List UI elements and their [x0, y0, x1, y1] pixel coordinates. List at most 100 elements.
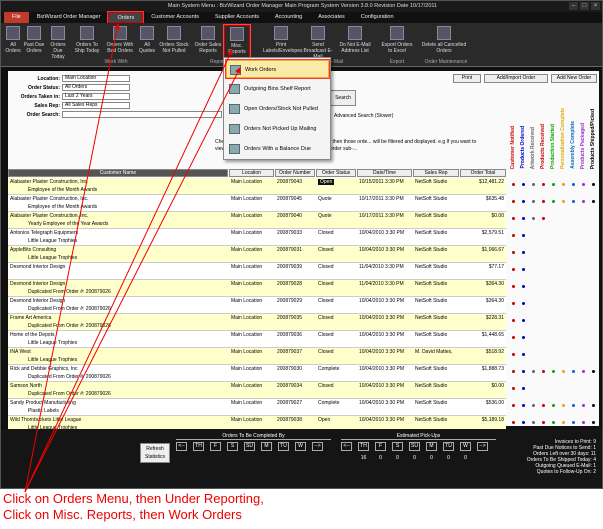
- status-dot[interactable]: [532, 370, 535, 373]
- day-button[interactable]: M: [261, 442, 272, 451]
- table-row[interactable]: Home of the Depots Little League Trophies…: [8, 331, 506, 348]
- status-dot[interactable]: [532, 217, 535, 220]
- status-dot[interactable]: [522, 302, 525, 305]
- table-row[interactable]: INA West Little League Trophies Main Locat…: [8, 348, 506, 365]
- print-button[interactable]: Print: [453, 74, 481, 83]
- status-dot[interactable]: [562, 200, 565, 203]
- status-dot[interactable]: [542, 217, 545, 220]
- status-dot[interactable]: [572, 183, 575, 186]
- do-not-email-button[interactable]: Do Not E-Mail Address List: [336, 25, 374, 59]
- status-dot[interactable]: [512, 302, 515, 305]
- status-dot[interactable]: [532, 421, 535, 424]
- menu-accounting[interactable]: Accounting: [267, 12, 310, 23]
- status-dot[interactable]: [512, 234, 515, 237]
- status-dot[interactable]: [522, 268, 525, 271]
- table-row[interactable]: Samson North Duplicated From Order #: 200…: [8, 382, 506, 399]
- column-header[interactable]: Customer Name: [8, 169, 228, 177]
- status-dot[interactable]: [592, 404, 595, 407]
- search-button[interactable]: Search: [330, 90, 356, 106]
- close-icon[interactable]: ×: [591, 2, 600, 10]
- day-button[interactable]: F: [375, 442, 386, 451]
- day-button[interactable]: -->: [312, 442, 323, 451]
- status-dot[interactable]: [552, 200, 555, 203]
- location-select[interactable]: Main Location: [62, 75, 130, 82]
- all-orders-button[interactable]: All Orders: [3, 25, 23, 59]
- orders-due-today-button[interactable]: Orders Due Today: [47, 25, 69, 60]
- status-dot[interactable]: [582, 200, 585, 203]
- status-dot[interactable]: [512, 200, 515, 203]
- status-dot[interactable]: [592, 370, 595, 373]
- status-dot[interactable]: [512, 217, 515, 220]
- status-dot[interactable]: [522, 285, 525, 288]
- advanced-search-link[interactable]: Advanced Search (Slower): [334, 113, 393, 119]
- menu-item-outgoing-bins[interactable]: Outgoing Bins Shelf Report: [226, 80, 329, 98]
- status-dot[interactable]: [572, 404, 575, 407]
- status-dot[interactable]: [512, 353, 515, 356]
- minimize-icon[interactable]: –: [569, 2, 578, 10]
- menu-item-work-orders[interactable]: Work Orders: [225, 59, 330, 79]
- menu-orders[interactable]: Orders: [107, 11, 145, 24]
- status-dot[interactable]: [562, 421, 565, 424]
- table-row[interactable]: Alabaster Plaster Construction, Inc. Empl…: [8, 178, 506, 195]
- misc-reports-button[interactable]: Misc. Reports: [223, 24, 251, 60]
- menu-file[interactable]: File: [4, 12, 29, 23]
- status-dot[interactable]: [522, 183, 525, 186]
- status-dot[interactable]: [522, 353, 525, 356]
- search-input[interactable]: [62, 111, 222, 118]
- column-header[interactable]: Sales Rep: [413, 169, 459, 177]
- table-row[interactable]: Antonios Telegraph Equipment Little Leagu…: [8, 229, 506, 246]
- status-dot[interactable]: [522, 370, 525, 373]
- status-dot[interactable]: [552, 421, 555, 424]
- rep-select[interactable]: All Sales Reps: [62, 102, 130, 109]
- orders-ship-today-button[interactable]: Orders To Ship Today: [72, 25, 102, 59]
- day-button[interactable]: M: [426, 442, 437, 451]
- day-button[interactable]: <--: [176, 442, 187, 451]
- table-row[interactable]: AppleBits Consulting Little League Trophi…: [8, 246, 506, 263]
- all-quotes-button[interactable]: All Quotes: [137, 25, 157, 59]
- menu-associates[interactable]: Associates: [310, 12, 353, 23]
- status-dot[interactable]: [542, 404, 545, 407]
- print-labels-button[interactable]: Print Labels/Envelopes: [263, 25, 302, 59]
- status-dot[interactable]: [522, 336, 525, 339]
- status-dot[interactable]: [532, 200, 535, 203]
- day-button[interactable]: S: [392, 442, 403, 451]
- status-dot[interactable]: [542, 200, 545, 203]
- maximize-icon[interactable]: □: [580, 2, 589, 10]
- status-dot[interactable]: [522, 404, 525, 407]
- status-dot[interactable]: [512, 268, 515, 271]
- status-dot[interactable]: [592, 183, 595, 186]
- menu-item-balance-due[interactable]: Orders With a Balance Due: [226, 140, 329, 158]
- column-header[interactable]: Date/Time: [357, 169, 412, 177]
- taken-select[interactable]: Last 2 Years: [62, 93, 130, 100]
- day-button[interactable]: S: [227, 442, 238, 451]
- day-button[interactable]: SU: [244, 442, 255, 451]
- menu-item-stock-not-pulled[interactable]: Open Orders/Stock Not Pulled: [226, 100, 329, 118]
- day-button[interactable]: F: [210, 442, 221, 451]
- status-dot[interactable]: [512, 319, 515, 322]
- status-dot[interactable]: [512, 183, 515, 186]
- status-dot[interactable]: [592, 200, 595, 203]
- status-dot[interactable]: [532, 404, 535, 407]
- column-header[interactable]: Order Number: [275, 169, 315, 177]
- column-header[interactable]: Location: [229, 169, 274, 177]
- menu-supplier-accounts[interactable]: Supplier Accounts: [207, 12, 267, 23]
- status-dot[interactable]: [572, 421, 575, 424]
- status-dot[interactable]: [522, 234, 525, 237]
- status-dot[interactable]: [562, 370, 565, 373]
- day-button[interactable]: TH: [193, 442, 204, 451]
- status-dot[interactable]: [522, 200, 525, 203]
- status-dot[interactable]: [512, 370, 515, 373]
- status-dot[interactable]: [522, 217, 525, 220]
- table-row[interactable]: Frame Art America Duplicated From Order #…: [8, 314, 506, 331]
- day-button[interactable]: TH: [358, 442, 369, 451]
- status-dot[interactable]: [582, 183, 585, 186]
- menu-configuration[interactable]: Configuration: [353, 12, 402, 23]
- order-sales-reports-button[interactable]: Order Sales Reports: [193, 25, 223, 59]
- status-dot[interactable]: [512, 251, 515, 254]
- table-row[interactable]: Sandy Product Manufacturing Plastic Label…: [8, 399, 506, 416]
- table-row[interactable]: Rick and Debbie Graphics, Inc Duplicated …: [8, 365, 506, 382]
- status-dot[interactable]: [542, 421, 545, 424]
- status-dot[interactable]: [522, 251, 525, 254]
- status-dot[interactable]: [532, 183, 535, 186]
- status-dot[interactable]: [592, 421, 595, 424]
